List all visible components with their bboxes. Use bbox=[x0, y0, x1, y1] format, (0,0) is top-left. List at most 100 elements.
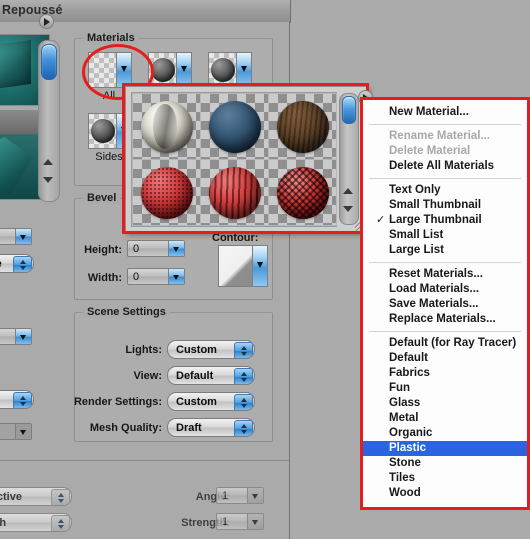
annotation-rect-material-picker bbox=[122, 83, 369, 234]
sphere-preview bbox=[90, 119, 115, 143]
menu-item-new-material[interactable]: New Material... bbox=[363, 105, 527, 120]
menu-item-label: Default bbox=[389, 352, 428, 364]
menu-separator bbox=[369, 331, 521, 332]
mesh-quality-label: Mesh Quality: bbox=[89, 422, 162, 434]
both-popup[interactable]: Both bbox=[0, 513, 72, 532]
lights-popup[interactable]: Custom bbox=[167, 340, 255, 359]
chevron-down-icon[interactable] bbox=[236, 53, 251, 87]
menu-item-label: Rename Material... bbox=[389, 130, 490, 142]
chevron-down-icon[interactable] bbox=[176, 53, 191, 87]
render-settings-value: Custom bbox=[176, 396, 217, 408]
view-label: View: bbox=[133, 370, 162, 382]
contour-picker[interactable] bbox=[218, 245, 268, 287]
menu-item-metal[interactable]: Metal bbox=[363, 411, 527, 426]
menu-item-small-list[interactable]: Small List bbox=[363, 228, 527, 243]
menu-item-plastic[interactable]: Plastic bbox=[363, 441, 527, 456]
menu-item-delete-all-materials[interactable]: Delete All Materials bbox=[363, 159, 527, 174]
menu-item-default[interactable]: Default bbox=[363, 351, 527, 366]
chevron-down-icon[interactable] bbox=[15, 229, 31, 244]
materials-context-menu[interactable]: New Material... Rename Material... Delete … bbox=[363, 100, 527, 507]
menu-item-label: Delete All Materials bbox=[389, 160, 495, 172]
clipped-combo-1[interactable] bbox=[0, 228, 32, 245]
stepper-icon[interactable] bbox=[234, 342, 253, 358]
menu-separator bbox=[369, 178, 521, 179]
scene-settings-group-label: Scene Settings bbox=[83, 306, 170, 318]
stepper-icon[interactable] bbox=[13, 256, 32, 272]
menu-item-replace-materials[interactable]: Replace Materials... bbox=[363, 312, 527, 327]
menu-item-large-list[interactable]: Large List bbox=[363, 243, 527, 258]
window-title: Repoussé bbox=[2, 3, 63, 17]
strength-field[interactable]: 1 bbox=[216, 513, 264, 530]
annotation-rect-context-menu: New Material... Rename Material... Delete … bbox=[360, 97, 530, 510]
render-settings-popup[interactable]: Custom bbox=[167, 392, 255, 411]
scale-popup[interactable]: Scale bbox=[0, 254, 34, 273]
bevel-height-value: 0 bbox=[133, 243, 140, 255]
menu-item-stone[interactable]: Stone bbox=[363, 456, 527, 471]
menu-item-delete-material: Delete Material bbox=[363, 144, 527, 159]
chevron-down-icon[interactable] bbox=[252, 246, 267, 286]
menu-item-fun[interactable]: Fun bbox=[363, 381, 527, 396]
both-popup-value: Both bbox=[0, 517, 6, 529]
clipped-popup-3[interactable] bbox=[0, 390, 34, 409]
chevron-down-icon[interactable] bbox=[168, 269, 184, 284]
clipped-disabled-field bbox=[0, 423, 32, 440]
menu-item-label: Save Materials... bbox=[389, 298, 479, 310]
menu-item-label: Large Thumbnail bbox=[389, 214, 482, 226]
bevel-width-value: 0 bbox=[133, 271, 140, 283]
view-popup[interactable]: Default bbox=[167, 366, 255, 385]
bevel-height-field[interactable]: 0 bbox=[127, 240, 185, 257]
menu-item-fabrics[interactable]: Fabrics bbox=[363, 366, 527, 381]
chevron-down-icon[interactable] bbox=[15, 329, 31, 344]
chevron-down-icon[interactable] bbox=[247, 514, 263, 529]
menu-item-label: Small Thumbnail bbox=[389, 199, 482, 211]
menu-item-large-thumbnail[interactable]: ✓ Large Thumbnail bbox=[363, 213, 527, 228]
chevron-down-icon[interactable] bbox=[247, 488, 263, 503]
sphere-preview bbox=[210, 58, 235, 82]
menu-item-text-only[interactable]: Text Only bbox=[363, 183, 527, 198]
preview-scrollbar[interactable] bbox=[38, 40, 60, 202]
stepper-icon[interactable] bbox=[234, 368, 253, 384]
menu-item-wood[interactable]: Wood bbox=[363, 486, 527, 501]
menu-item-small-thumbnail[interactable]: Small Thumbnail bbox=[363, 198, 527, 213]
angle-field[interactable]: 1 bbox=[216, 487, 264, 504]
menu-item-save-materials[interactable]: Save Materials... bbox=[363, 297, 527, 312]
clipped-combo-2[interactable] bbox=[0, 328, 32, 345]
menu-item-label: Load Materials... bbox=[389, 283, 480, 295]
scrollbar-thumb[interactable] bbox=[41, 44, 57, 80]
inactive-popup[interactable]: Inactive bbox=[0, 487, 72, 506]
stepper-icon[interactable] bbox=[51, 489, 70, 505]
menu-item-label: Plastic bbox=[389, 442, 427, 454]
menu-item-reset-materials[interactable]: Reset Materials... bbox=[363, 267, 527, 282]
menu-item-organic[interactable]: Organic bbox=[363, 426, 527, 441]
menu-item-load-materials[interactable]: Load Materials... bbox=[363, 282, 527, 297]
scroll-down-arrow-icon[interactable] bbox=[43, 177, 53, 183]
bevel-width-label: Width: bbox=[87, 272, 122, 284]
stepper-icon[interactable] bbox=[234, 420, 253, 436]
menu-separator bbox=[369, 262, 521, 263]
sphere-preview bbox=[150, 58, 175, 82]
stepper-icon[interactable] bbox=[234, 394, 253, 410]
menu-item-default-for-ray-tracer[interactable]: Default (for Ray Tracer) bbox=[363, 336, 527, 351]
divider bbox=[0, 460, 289, 461]
menu-separator bbox=[369, 124, 521, 125]
chevron-down-icon[interactable] bbox=[168, 241, 184, 256]
mesh-quality-value: Draft bbox=[176, 422, 202, 434]
menu-item-label: Default (for Ray Tracer) bbox=[389, 337, 517, 349]
stepper-icon[interactable] bbox=[13, 392, 32, 408]
lights-value: Custom bbox=[176, 344, 217, 356]
scroll-up-arrow-icon[interactable] bbox=[43, 159, 53, 165]
menu-item-tiles[interactable]: Tiles bbox=[363, 471, 527, 486]
chevron-down-icon bbox=[15, 424, 31, 439]
scale-popup-value: Scale bbox=[0, 258, 2, 270]
menu-item-glass[interactable]: Glass bbox=[363, 396, 527, 411]
strength-value: 1 bbox=[222, 516, 229, 528]
menu-item-label: Metal bbox=[389, 412, 419, 424]
stepper-icon[interactable] bbox=[51, 515, 70, 531]
lights-label: Lights: bbox=[125, 344, 162, 356]
bevel-width-field[interactable]: 0 bbox=[127, 268, 185, 285]
menu-item-label: Wood bbox=[389, 487, 421, 499]
mesh-quality-popup[interactable]: Draft bbox=[167, 418, 255, 437]
menu-item-label: New Material... bbox=[389, 106, 469, 118]
inactive-popup-value: Inactive bbox=[0, 491, 22, 503]
panel-disclosure-triangle-icon[interactable] bbox=[39, 14, 54, 29]
